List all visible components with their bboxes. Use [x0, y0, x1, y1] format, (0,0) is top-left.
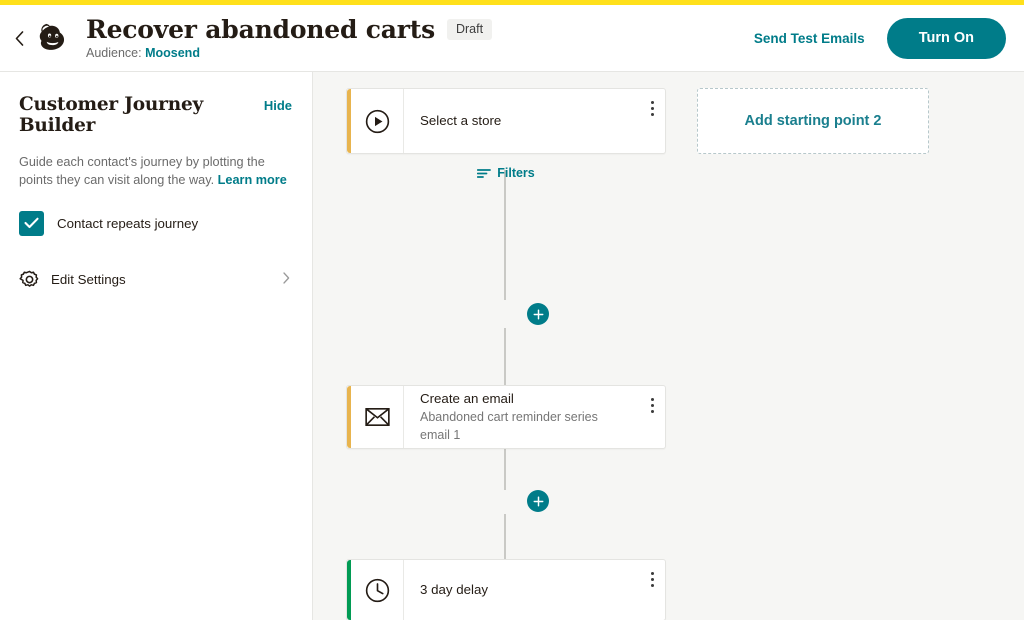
sidebar-header: Customer Journey Builder Hide [19, 94, 292, 136]
chevron-right-icon [283, 271, 290, 287]
journey-node-email[interactable]: Create an email Abandoned cart reminder … [346, 385, 666, 449]
page-title: Recover abandoned carts [86, 14, 435, 44]
check-icon [24, 218, 39, 229]
plus-icon [533, 309, 543, 319]
contact-repeats-journey-row[interactable]: Contact repeats journey [19, 210, 292, 236]
filters-button[interactable]: Filters [346, 166, 666, 180]
filters-label: Filters [497, 166, 535, 180]
more-vertical-icon-dot [650, 572, 654, 575]
journey-canvas[interactable]: Add starting point 2 Select a store Filt… [313, 72, 1024, 620]
add-step-button-2[interactable] [527, 490, 549, 512]
journey-node-starting-point[interactable]: Select a store [346, 88, 666, 154]
add-step-button-1[interactable] [527, 303, 549, 325]
gear-icon [19, 270, 39, 287]
back-button[interactable] [6, 18, 32, 58]
plus-icon [533, 496, 543, 506]
node-options-menu[interactable] [639, 560, 665, 620]
mailchimp-freddie-logo [32, 17, 74, 59]
body-wrapper: Customer Journey Builder Hide Guide each… [0, 71, 1024, 620]
chevron-left-icon [15, 30, 23, 46]
audience-label: Audience: [86, 46, 142, 61]
journey-node-delay[interactable]: 3 day delay [346, 559, 666, 620]
add-starting-point-button[interactable]: Add starting point 2 [697, 88, 929, 154]
header-title-block: Recover abandoned carts Draft Audience: … [86, 14, 493, 60]
node-options-menu[interactable] [639, 386, 665, 448]
play-circle-icon [351, 89, 404, 153]
more-vertical-icon-dot [650, 101, 654, 104]
contact-repeats-journey-label: Contact repeats journey [57, 215, 199, 231]
more-vertical-icon-dot [650, 578, 654, 581]
audience-row: Audience: Moosend [86, 46, 492, 60]
edit-settings-label: Edit Settings [51, 271, 126, 287]
filter-icon [477, 168, 492, 178]
more-vertical-icon-dot [650, 113, 654, 116]
title-row: Recover abandoned carts Draft [86, 14, 493, 44]
header-actions: Send Test Emails Turn On [754, 17, 1006, 59]
node-title: Select a store [420, 113, 502, 129]
node-text-block: Select a store [404, 89, 639, 153]
node-text-block: Create an email Abandoned cart reminder … [404, 386, 639, 448]
more-vertical-icon-dot [650, 404, 654, 407]
envelope-icon [351, 386, 404, 448]
connector-line-1 [504, 170, 506, 300]
sidebar-panel: Customer Journey Builder Hide Guide each… [0, 72, 313, 620]
add-starting-point-label: Add starting point 2 [744, 113, 882, 129]
contact-repeats-journey-checkbox[interactable] [19, 210, 44, 236]
status-badge[interactable]: Draft [446, 18, 493, 41]
sidebar-title: Customer Journey Builder [19, 94, 204, 136]
more-vertical-icon-dot [650, 584, 654, 587]
clock-icon [351, 560, 404, 620]
more-vertical-icon-dot [650, 107, 654, 110]
node-title: Create an email [420, 390, 514, 406]
audience-link[interactable]: Moosend [145, 46, 200, 60]
sidebar-description: Guide each contact's journey by plotting… [19, 153, 292, 190]
learn-more-link[interactable]: Learn more [218, 173, 287, 187]
journey-flow-column: Select a store Filters Create an email A… [346, 88, 666, 620]
node-subtitle: Abandoned cart reminder series email 1 [420, 410, 598, 442]
more-vertical-icon-dot [650, 410, 654, 413]
hide-panel-link[interactable]: Hide [264, 98, 292, 113]
node-title: 3 day delay [420, 582, 489, 598]
turn-on-button[interactable]: Turn On [886, 17, 1006, 59]
app-header: Recover abandoned carts Draft Audience: … [0, 5, 1024, 71]
edit-settings-row[interactable]: Edit Settings [19, 269, 292, 290]
node-options-menu[interactable] [639, 89, 665, 153]
node-text-block: 3 day delay [404, 560, 639, 620]
more-vertical-icon-dot [650, 398, 654, 401]
send-test-emails-link[interactable]: Send Test Emails [754, 31, 865, 46]
